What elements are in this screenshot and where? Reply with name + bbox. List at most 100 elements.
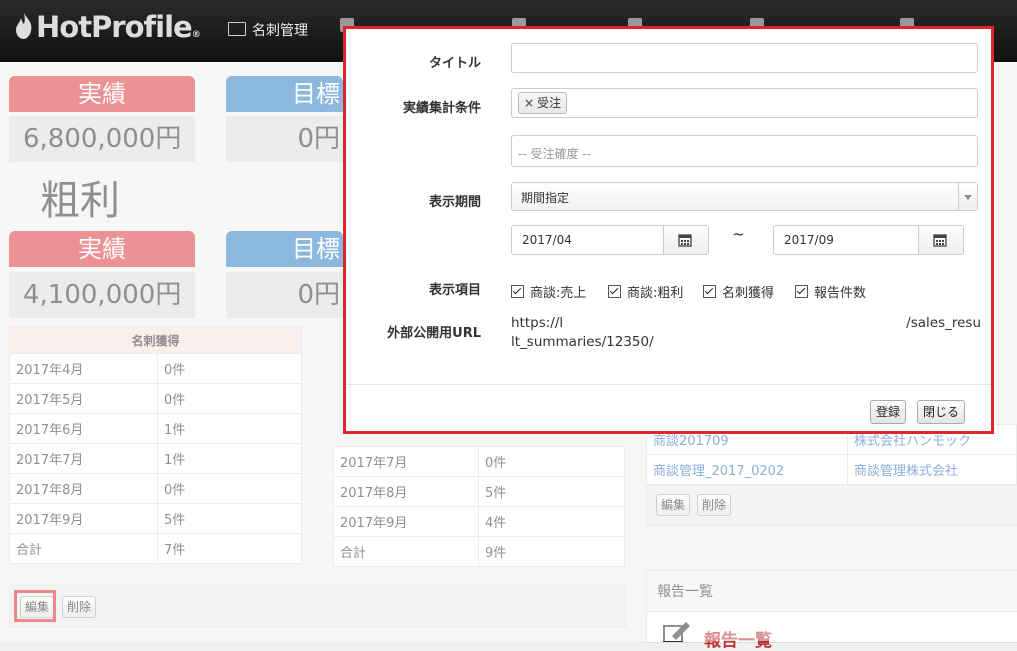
items-label: 表示項目 bbox=[428, 283, 481, 298]
checkbox-checked-icon[interactable] bbox=[795, 285, 808, 298]
condition-label: 実績集計条件 bbox=[402, 101, 481, 116]
deal-link[interactable]: 商談管理_2017_0202 bbox=[646, 454, 848, 485]
date-to-value: 2017/09 bbox=[784, 233, 834, 247]
remove-tag-icon[interactable]: × bbox=[524, 96, 534, 110]
chevron-down-icon[interactable] bbox=[958, 183, 977, 210]
cell: 2017年9月 bbox=[9, 503, 158, 534]
calendar-icon bbox=[678, 234, 692, 247]
reports-header: 報告一覧 bbox=[657, 584, 713, 600]
report-edit-icon bbox=[663, 622, 690, 642]
probability-placeholder: -- 受注確度 -- bbox=[518, 147, 591, 161]
cell: 2017年4月 bbox=[9, 353, 158, 384]
table-header: 名刺獲得 bbox=[9, 326, 302, 354]
tag-label: 受注 bbox=[537, 96, 562, 110]
flame-icon bbox=[16, 13, 32, 39]
cell: 合計 bbox=[9, 533, 158, 564]
cell: 2017年9月 bbox=[333, 506, 479, 537]
cell: 2017年7月 bbox=[9, 443, 158, 474]
table-row: 2017年9月 5件 bbox=[9, 503, 302, 534]
probability-select[interactable]: -- 受注確度 -- bbox=[511, 135, 978, 167]
table-row: 2017年8月 0件 bbox=[9, 473, 302, 504]
period-label: 表示期間 bbox=[428, 195, 481, 210]
target-value: 0円 bbox=[226, 272, 343, 318]
cell: 4件 bbox=[478, 506, 625, 537]
date-separator: ~ bbox=[732, 225, 745, 243]
table-row: 2017年7月 0件 bbox=[333, 446, 625, 477]
target-header: 目標 bbox=[226, 231, 343, 267]
checkbox-checked-icon[interactable] bbox=[608, 285, 621, 298]
checkbox-sales[interactable]: 商談:売上 bbox=[511, 282, 586, 301]
cell: 0件 bbox=[157, 473, 302, 504]
cell: 5件 bbox=[157, 503, 302, 534]
delete-button[interactable]: 削除 bbox=[697, 494, 732, 516]
checkbox-label: 名刺獲得 bbox=[722, 286, 775, 301]
modal-divider bbox=[346, 384, 991, 385]
checkbox-card-acquisition[interactable]: 名刺獲得 bbox=[703, 282, 774, 301]
date-from-value: 2017/04 bbox=[522, 233, 572, 247]
cell: 5件 bbox=[478, 476, 625, 507]
table-row: 2017年5月 0件 bbox=[9, 383, 302, 414]
calendar-icon bbox=[933, 234, 947, 247]
reports-panel-body bbox=[646, 611, 1017, 643]
actual-value: 4,100,000円 bbox=[9, 272, 195, 318]
cell: 9件 bbox=[478, 536, 625, 567]
company-link[interactable]: 商談管理株式会社 bbox=[847, 454, 1017, 485]
app-logo[interactable]: HotProfile® bbox=[14, 10, 201, 44]
cell: 2017年8月 bbox=[9, 473, 158, 504]
report-count-table: 2017年7月 0件 2017年8月 5件 2017年9月 4件 合計 9件 bbox=[333, 446, 625, 567]
table-row: 2017年6月 1件 bbox=[9, 413, 302, 444]
checkbox-report-count[interactable]: 報告件数 bbox=[795, 282, 866, 301]
table-row: 2017年4月 0件 bbox=[9, 353, 302, 384]
reports-title: 報告一覧 bbox=[704, 631, 772, 651]
nav-business-card[interactable]: 名刺管理 bbox=[228, 20, 308, 40]
edit-button-highlight bbox=[14, 590, 56, 622]
action-bar bbox=[9, 585, 626, 627]
cell: 2017年7月 bbox=[333, 446, 479, 477]
close-button[interactable]: 閉じる bbox=[917, 400, 966, 424]
cell: 0件 bbox=[157, 383, 302, 414]
table-row: 2017年9月 4件 bbox=[333, 506, 625, 537]
checkbox-label: 報告件数 bbox=[814, 286, 867, 301]
settings-modal: タイトル 実績集計条件 × 受注 -- 受注確度 -- 表示期間 期間指定 201… bbox=[343, 26, 994, 434]
cell: 2017年8月 bbox=[333, 476, 479, 507]
cell: 0件 bbox=[478, 446, 625, 477]
checkbox-checked-icon[interactable] bbox=[703, 285, 716, 298]
target-header: 目標 bbox=[226, 76, 343, 112]
cell: 1件 bbox=[157, 413, 302, 444]
cell: 0件 bbox=[157, 353, 302, 384]
actual-header: 実績 bbox=[9, 231, 195, 267]
logo-text: HotProfile bbox=[36, 10, 193, 44]
calendar-button[interactable] bbox=[918, 226, 963, 254]
period-value: 期間指定 bbox=[521, 191, 570, 205]
table-row: 2017年7月 1件 bbox=[9, 443, 302, 474]
table-row: 合計 9件 bbox=[333, 536, 625, 567]
condition-multiselect[interactable]: × 受注 bbox=[511, 88, 978, 118]
table-row: 商談管理_2017_0202 商談管理株式会社 bbox=[646, 454, 1017, 485]
date-from-input[interactable]: 2017/04 bbox=[511, 225, 709, 255]
cell: 合計 bbox=[333, 536, 479, 567]
nav-label: 名刺管理 bbox=[252, 23, 308, 39]
checkbox-label: 商談:粗利 bbox=[627, 286, 684, 301]
table-row: 2017年8月 5件 bbox=[333, 476, 625, 507]
url-text: /sales_resu bbox=[906, 315, 981, 331]
delete-button[interactable]: 削除 bbox=[62, 596, 97, 618]
period-select[interactable]: 期間指定 bbox=[511, 182, 978, 211]
url-label: 外部公開用URL bbox=[387, 326, 481, 341]
title-input[interactable] bbox=[511, 43, 978, 73]
checkbox-checked-icon[interactable] bbox=[511, 285, 524, 298]
actual-value: 6,800,000円 bbox=[9, 116, 195, 162]
table-row: 合計 7件 bbox=[9, 533, 302, 564]
edit-button[interactable]: 編集 bbox=[656, 494, 691, 516]
checkbox-gross-profit[interactable]: 商談:粗利 bbox=[608, 282, 683, 301]
target-value: 0円 bbox=[226, 116, 343, 162]
card-acquisition-table: 名刺獲得 2017年4月 0件 2017年5月 0件 2017年6月 1件 2017年… bbox=[9, 326, 302, 564]
cell: 1件 bbox=[157, 443, 302, 474]
card-icon bbox=[228, 22, 246, 36]
condition-tag[interactable]: × 受注 bbox=[518, 92, 568, 114]
register-button[interactable]: 登録 bbox=[870, 400, 907, 424]
url-text: https://l bbox=[511, 315, 564, 331]
gross-profit-title: 粗利 bbox=[40, 178, 120, 224]
cell: 7件 bbox=[157, 533, 302, 564]
calendar-button[interactable] bbox=[663, 226, 708, 254]
date-to-input[interactable]: 2017/09 bbox=[773, 225, 964, 255]
